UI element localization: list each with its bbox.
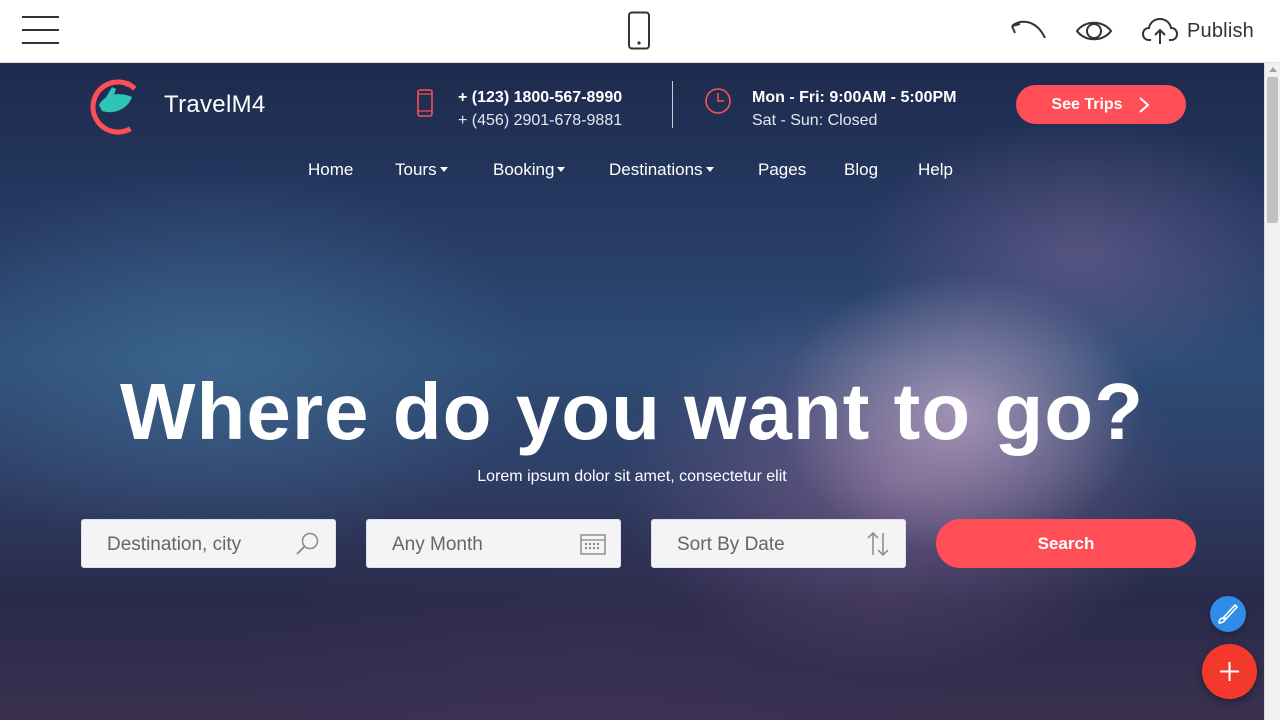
search-button[interactable]: Search <box>936 519 1196 568</box>
clock-icon <box>705 88 731 114</box>
main-nav: Home Tours Booking Destinations Pages Bl… <box>0 160 1264 184</box>
nav-item-pages[interactable]: Pages <box>758 160 806 180</box>
plus-icon <box>1220 662 1239 681</box>
editor-toolbar: Publish <box>0 0 1280 63</box>
nav-item-booking[interactable]: Booking <box>493 160 566 180</box>
brush-icon[interactable] <box>1210 596 1246 632</box>
chevron-right-icon <box>1138 96 1150 113</box>
contact-phone: + (123) 1800-567-8990 + (456) 2901-678-9… <box>416 87 622 133</box>
hamburger-icon[interactable] <box>22 16 60 46</box>
hours-primary: Mon - Fri: 9:00AM - 5:00PM <box>752 89 957 106</box>
mobile-phone-icon <box>417 89 433 117</box>
nav-label: Help <box>918 160 953 179</box>
see-trips-button[interactable]: See Trips <box>1016 85 1186 124</box>
phone-secondary: + (456) 2901-678-9881 <box>458 112 623 129</box>
eye-icon[interactable] <box>1075 17 1113 45</box>
scroll-thumb[interactable] <box>1267 77 1278 223</box>
publish-button[interactable]: Publish <box>1141 14 1254 48</box>
nav-item-help[interactable]: Help <box>918 160 953 180</box>
sort-arrows-icon <box>867 531 889 557</box>
see-trips-label: See Trips <box>1051 95 1123 113</box>
undo-icon[interactable] <box>1008 16 1048 44</box>
sort-placeholder: Sort By Date <box>677 534 785 555</box>
publish-label: Publish <box>1187 19 1254 42</box>
hero-subtitle: Lorem ipsum dolor sit amet, consectetur … <box>477 468 787 485</box>
cloud-upload-icon <box>1141 17 1179 44</box>
contact-divider <box>672 81 673 128</box>
destination-placeholder: Destination, city <box>107 534 242 555</box>
phone-primary: + (123) 1800-567-8990 <box>458 89 623 106</box>
hero-title: Where do you want to go? <box>120 367 1144 456</box>
nav-label: Blog <box>844 160 879 179</box>
nav-item-tours[interactable]: Tours <box>395 160 448 180</box>
nav-label: Home <box>308 160 354 179</box>
add-block-button[interactable] <box>1202 644 1257 699</box>
site-logo[interactable]: TravelM4 <box>90 75 266 135</box>
contact-hours: Mon - Fri: 9:00AM - 5:00PM Sat - Sun: Cl… <box>704 87 956 133</box>
destination-input[interactable]: Destination, city <box>81 519 336 568</box>
caret-down-icon <box>439 167 448 172</box>
calendar-icon <box>580 534 606 555</box>
hours-secondary: Sat - Sun: Closed <box>752 112 878 129</box>
scroll-up-icon[interactable] <box>1269 67 1277 72</box>
nav-item-destinations[interactable]: Destinations <box>609 160 714 180</box>
nav-label: Tours <box>395 160 437 179</box>
logo-icon <box>90 79 146 135</box>
mobile-phone-icon[interactable] <box>626 11 652 51</box>
caret-down-icon <box>705 167 714 172</box>
nav-item-blog[interactable]: Blog <box>844 160 878 180</box>
nav-item-home[interactable]: Home <box>308 160 353 180</box>
nav-label: Pages <box>758 160 807 179</box>
month-input[interactable]: Any Month <box>366 519 621 568</box>
caret-down-icon <box>557 167 566 172</box>
hero-section: TravelM4 + (123) 1800-567-8990 + (456) 2… <box>0 63 1264 720</box>
nav-label: Booking <box>493 160 555 179</box>
nav-label: Destinations <box>609 160 703 179</box>
logo-text: TravelM4 <box>164 91 266 118</box>
search-icon <box>296 532 319 555</box>
month-placeholder: Any Month <box>392 534 483 555</box>
scrollbar[interactable] <box>1264 63 1280 720</box>
sort-select[interactable]: Sort By Date <box>651 519 906 568</box>
search-label: Search <box>1037 533 1095 553</box>
